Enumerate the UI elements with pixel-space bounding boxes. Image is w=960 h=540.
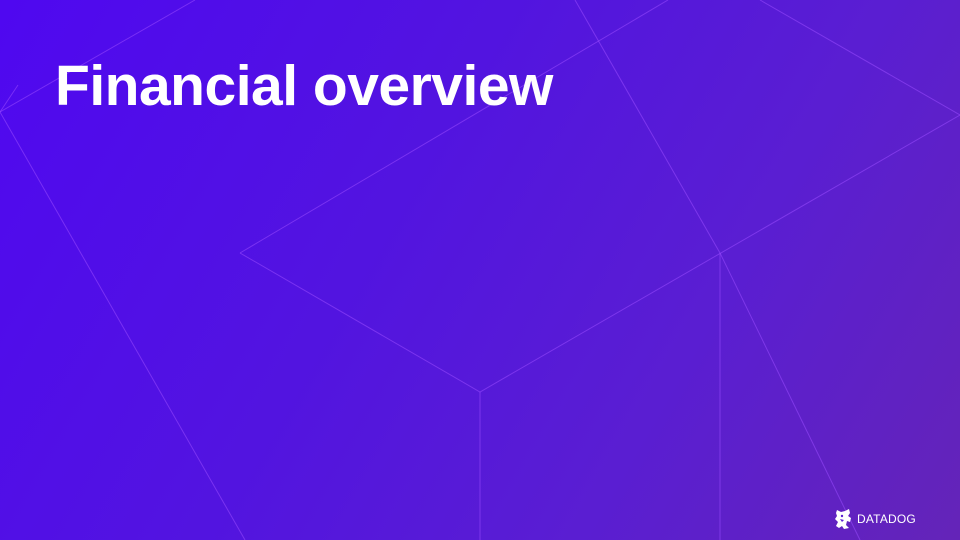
- slide-title: Financial overview: [55, 54, 553, 118]
- bg-line: [0, 84, 19, 113]
- bg-line: [574, 0, 721, 254]
- logo-wordmark: DATADOG: [857, 512, 916, 526]
- bg-line: [239, 0, 669, 254]
- bg-line: [719, 252, 861, 540]
- bg-line: [759, 0, 960, 116]
- slide: Financial overview DATADOG: [0, 0, 960, 540]
- datadog-dog-icon: [835, 509, 851, 529]
- bg-line: [239, 114, 960, 393]
- bg-line: [0, 111, 246, 540]
- datadog-logo: DATADOG: [834, 508, 916, 530]
